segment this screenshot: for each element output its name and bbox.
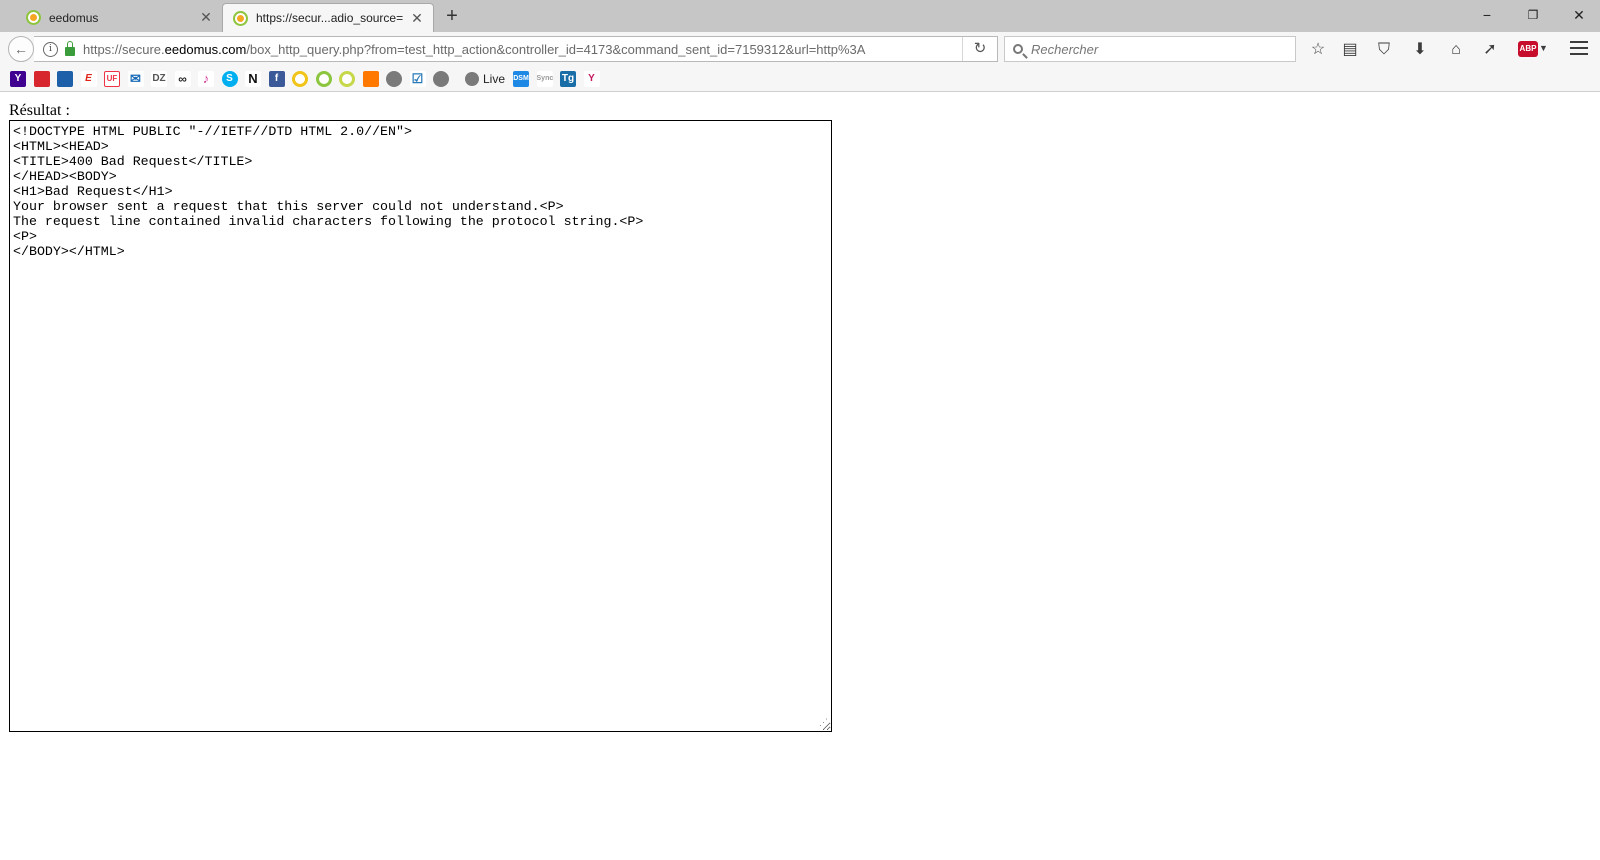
sync-icon[interactable]: Sync [536,70,553,87]
navigation-toolbar: ← i https://secure.eedomus.com/box_http_… [0,32,1600,66]
result-textarea[interactable]: <!DOCTYPE HTML PUBLIC "-//IETF//DTD HTML… [9,120,832,732]
dsm-icon[interactable]: DSM [513,70,530,87]
eedomus-favicon-icon [233,10,248,26]
dz-icon[interactable]: DZ [151,70,167,87]
eedomus-icon-2[interactable] [315,70,332,87]
back-button[interactable]: ← [8,36,34,62]
url-path: /box_http_query.php?from=test_http_actio… [246,41,866,57]
yahoo-icon[interactable]: Y [10,70,26,87]
globe-icon [465,71,479,86]
info-icon[interactable]: i [43,41,58,57]
reload-button[interactable]: ↻ [962,37,997,61]
new-tab-button[interactable]: + [440,4,464,28]
back-arrow-icon: ← [14,41,28,57]
download-icon[interactable]: ⬇ [1408,38,1432,62]
close-tab-icon[interactable]: ✕ [196,9,216,26]
tripadvisor-icon[interactable]: ∞ [174,70,191,87]
page-content: Résultat : <!DOCTYPE HTML PUBLIC "-//IET… [9,102,832,732]
eedomus-icon-3[interactable] [339,70,355,87]
music-icon[interactable]: ♪ [198,70,214,87]
orange-icon[interactable] [362,70,379,87]
search-bar[interactable] [1004,36,1296,62]
yp-icon[interactable]: Y [583,70,600,87]
result-label: Résultat : [9,102,70,119]
globe-icon[interactable] [386,70,402,87]
tg-icon[interactable]: Tg [560,70,577,87]
tab-label: https://secur...adio_source= [256,11,404,25]
home-icon[interactable]: ⌂ [1444,38,1468,62]
skype-icon[interactable]: S [221,70,238,87]
tab-strip: eedomus ✕ https://secur...adio_source= ✕… [0,0,1600,32]
send-icon[interactable]: ➚ [1478,38,1502,62]
tab-label: eedomus [49,10,99,25]
search-input[interactable] [1029,40,1273,58]
marque-icon[interactable] [33,70,50,87]
e-icon[interactable]: E [80,70,97,87]
bookmarks-toolbar: Y E UF ✉ DZ ∞ ♪ S N f ☑ Live DSM Sync Tg… [0,66,1600,92]
sticker-icon[interactable] [57,70,73,87]
bookmark-star-icon[interactable]: ☆ [1306,38,1330,62]
close-window-button[interactable]: ✕ [1556,4,1600,26]
tab-eedomus[interactable]: eedomus ✕ [16,3,222,32]
tab-secure-query[interactable]: https://secur...adio_source= ✕ [222,3,434,32]
n-icon[interactable]: N [245,70,261,87]
url-domain: eedomus.com [164,41,247,57]
restore-button[interactable]: ❐ [1510,4,1556,26]
bookmark-live-label: Live [483,71,506,86]
bookmark-live[interactable]: Live [465,71,506,86]
minimize-button[interactable]: − [1464,4,1510,26]
url-prefix: https://secure. [83,41,165,57]
url-bar[interactable]: i https://secure.eedomus.com/box_http_qu… [34,36,998,62]
reader-list-icon[interactable]: ▤ [1338,38,1362,62]
url-text[interactable]: https://secure.eedomus.com/box_http_quer… [83,42,962,57]
mail-icon[interactable]: ✉ [127,70,144,87]
lock-icon[interactable] [65,40,75,56]
pocket-icon[interactable]: ⛉ [1372,38,1396,62]
hamburger-menu-icon[interactable] [1570,41,1588,59]
chevron-down-icon[interactable]: ▼ [1539,43,1548,53]
close-tab-icon[interactable]: ✕ [407,10,427,27]
uf-icon[interactable]: UF [104,70,120,87]
eedomus-favicon-icon [26,10,41,25]
globe-icon-2[interactable] [433,70,449,87]
search-icon [1013,44,1023,54]
eedomus-icon[interactable] [292,70,308,87]
adblock-plus-icon[interactable]: ABP [1518,41,1538,57]
facebook-icon[interactable]: f [268,70,285,87]
checkbox-icon[interactable]: ☑ [409,70,426,87]
resize-grip-icon[interactable]: ⋰ [819,717,829,727]
